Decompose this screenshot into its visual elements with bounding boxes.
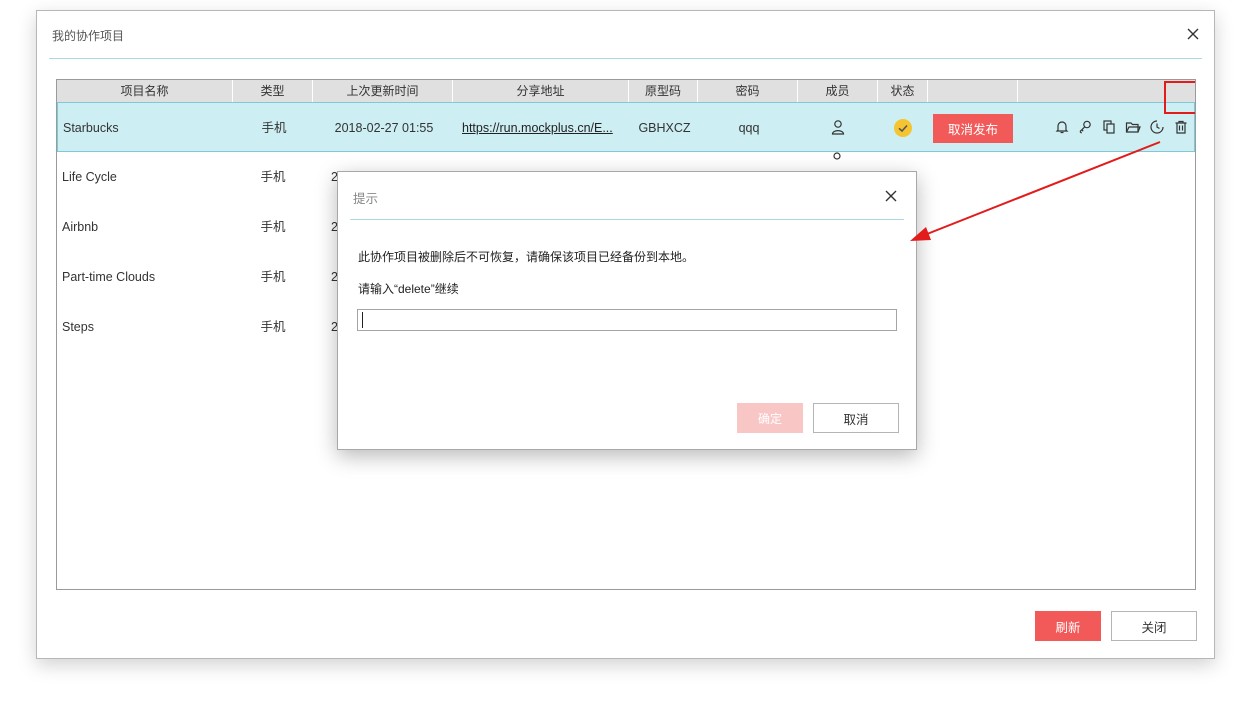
dialog-message: 此协作项目被删除后不可恢复，请确保该项目已经备份到本地。	[358, 250, 695, 264]
project-name: Steps	[62, 320, 94, 334]
table-header: 项目名称 类型 上次更新时间 分享地址 原型码 密码 成员 状态	[57, 80, 1195, 103]
close-icon[interactable]	[1184, 25, 1202, 43]
delete-confirm-dialog: 提示 此协作项目被删除后不可恢复，请确保该项目已经备份到本地。 请输入“dele…	[337, 171, 917, 450]
close-button[interactable]: 关闭	[1111, 611, 1197, 641]
trash-icon[interactable]	[1173, 119, 1189, 135]
project-type: 手机	[260, 170, 286, 184]
history-icon[interactable]	[1149, 119, 1165, 135]
unpublish-button[interactable]: 取消发布	[933, 114, 1013, 143]
project-type: 手机	[260, 270, 286, 284]
project-name: Part-time Clouds	[62, 270, 156, 284]
project-type: 手机	[260, 320, 286, 334]
key-icon[interactable]	[1077, 119, 1093, 135]
project-name: Life Cycle	[62, 170, 117, 184]
dialog-separator	[350, 219, 904, 220]
close-icon[interactable]	[883, 188, 899, 204]
status-published-badge	[894, 119, 912, 137]
project-password: qqq	[738, 121, 760, 135]
column-header-status[interactable]: 状态	[878, 80, 928, 102]
dialog-title: 提示	[353, 192, 379, 206]
dialog-prompt: 请输入“delete”继续	[358, 282, 459, 296]
title-separator	[49, 58, 1202, 59]
text-caret	[362, 312, 363, 328]
project-type: 手机	[261, 121, 287, 135]
table-row[interactable]: Starbucks 手机 2018-02-27 01:55 https://ru…	[57, 102, 1195, 152]
folder-icon[interactable]	[1125, 119, 1141, 135]
column-header-password[interactable]: 密码	[698, 80, 798, 102]
check-icon	[898, 124, 908, 133]
cancel-button[interactable]: 取消	[813, 403, 899, 433]
refresh-button[interactable]: 刷新	[1035, 611, 1101, 641]
column-header-updated[interactable]: 上次更新时间	[313, 80, 453, 102]
project-name: Starbucks	[63, 121, 119, 135]
project-updated: 2018-02-27 01:55	[334, 121, 434, 135]
window-title: 我的协作项目	[52, 29, 125, 43]
project-code: GBHXCZ	[638, 121, 691, 135]
delete-confirm-input[interactable]	[357, 309, 897, 331]
column-header-type[interactable]: 类型	[233, 80, 313, 102]
copy-icon[interactable]	[1101, 119, 1117, 135]
unpublish-label: 取消发布	[947, 123, 998, 137]
user-icon[interactable]	[830, 119, 846, 135]
bell-icon[interactable]	[1054, 119, 1070, 135]
column-header-name[interactable]: 项目名称	[57, 80, 233, 102]
column-header-members[interactable]: 成员	[798, 80, 878, 102]
project-type: 手机	[260, 220, 286, 234]
user-icon[interactable]	[829, 150, 845, 160]
project-name: Airbnb	[62, 220, 99, 234]
trash-annotation-box	[1164, 81, 1195, 114]
column-header-code[interactable]: 原型码	[629, 80, 698, 102]
column-header-action	[928, 80, 1018, 102]
confirm-button[interactable]: 确定	[737, 403, 803, 433]
column-header-url[interactable]: 分享地址	[453, 80, 629, 102]
share-url-link[interactable]: https://run.mockplus.cn/E...	[462, 103, 613, 153]
